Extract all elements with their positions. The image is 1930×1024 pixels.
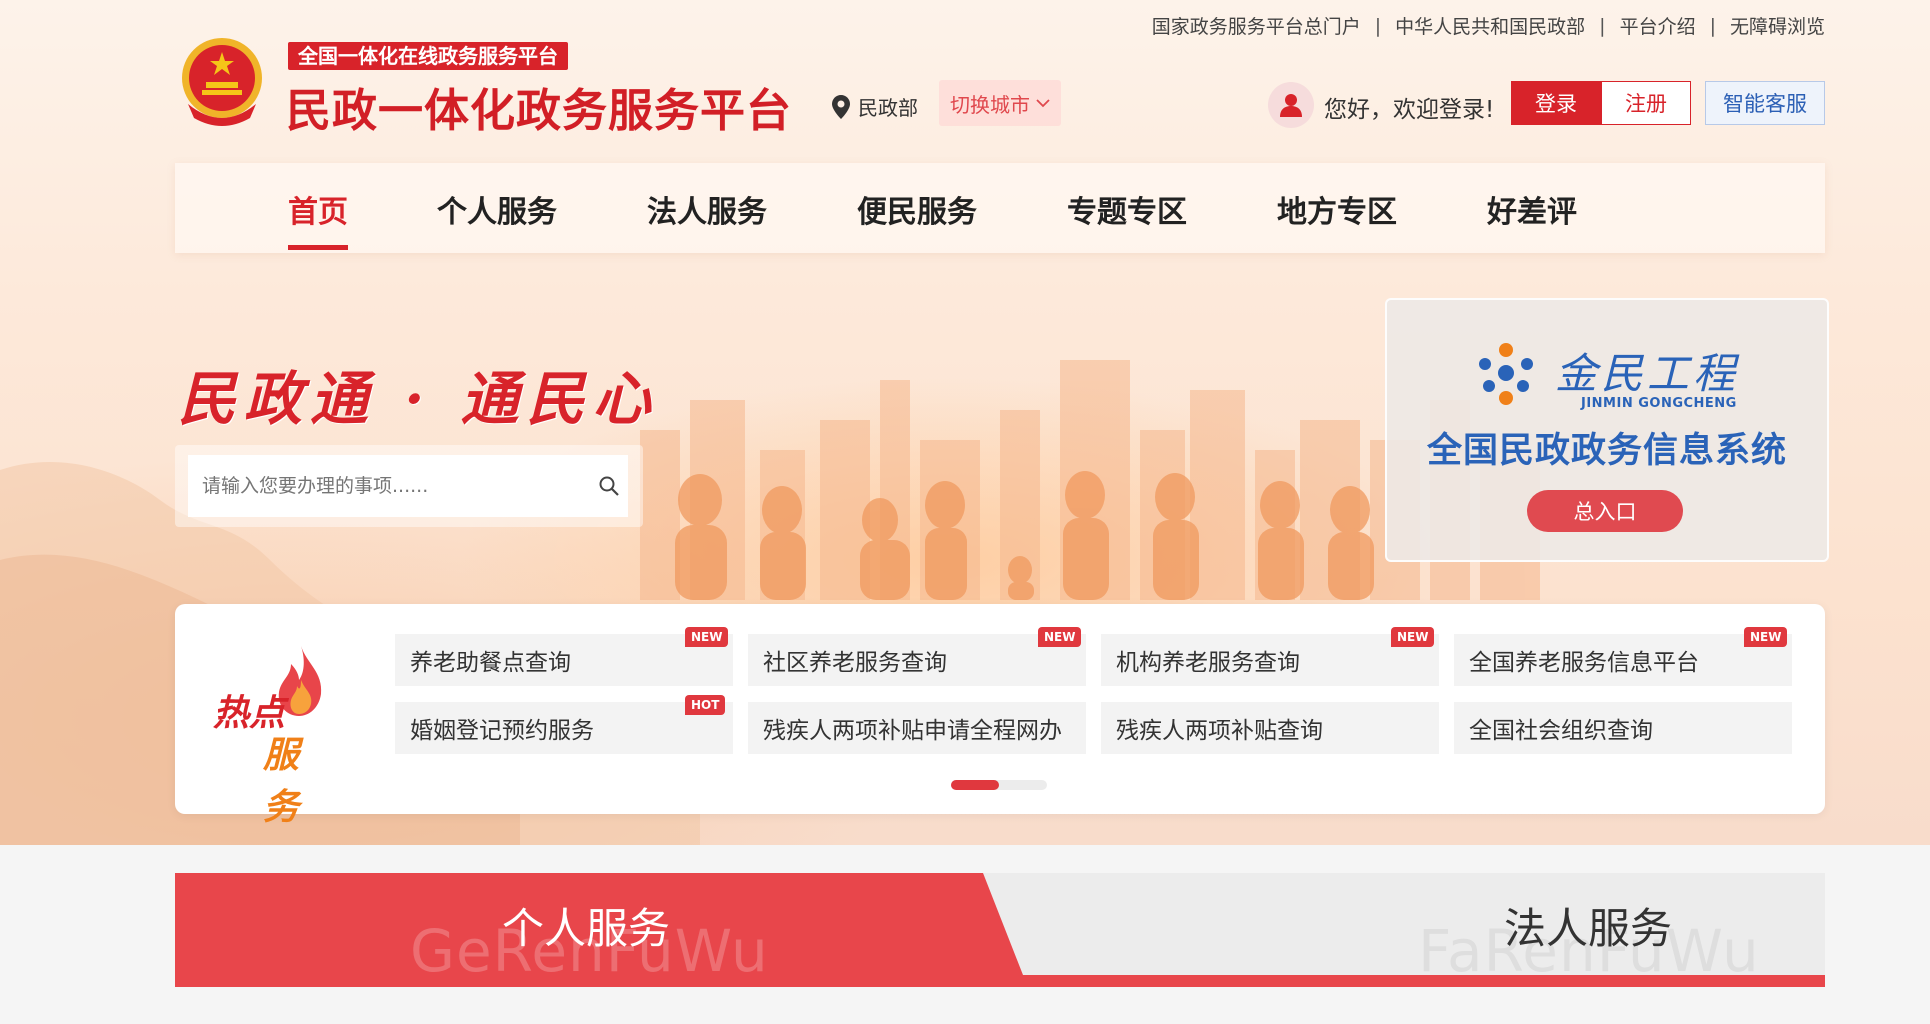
- service-tabs: GeRenFuWu 个人服务 FaRenFuWu 法人服务: [175, 873, 1825, 987]
- hot-service-item[interactable]: 社区养老服务查询: [748, 634, 1086, 686]
- new-tag: NEW: [1038, 627, 1082, 647]
- hot-service-label: 社区养老服务查询: [763, 650, 947, 676]
- hot-service-item[interactable]: 全国养老服务信息平台: [1454, 634, 1792, 686]
- hot-service-item[interactable]: 残疾人两项补贴查询: [1101, 702, 1439, 754]
- new-tag: NEW: [685, 627, 729, 647]
- nav-active-indicator: [288, 245, 348, 250]
- hot-service-item[interactable]: 机构养老服务查询: [1101, 634, 1439, 686]
- national-emblem-icon: [178, 34, 266, 132]
- tab-legal-entity-services[interactable]: FaRenFuWu 法人服务: [995, 873, 1825, 985]
- jinmin-logo-pinyin: JINMIN GONGCHENG: [1581, 396, 1737, 411]
- platform-subtitle-tag: 全国一体化在线政务服务平台: [288, 42, 568, 70]
- welcome-greeting: 您好，欢迎登录!: [1324, 97, 1495, 123]
- jinmin-entry-button[interactable]: 总入口: [1527, 490, 1683, 532]
- nav-item-home[interactable]: 首页: [288, 187, 348, 231]
- main-nav: 首页 个人服务 法人服务 便民服务 专题专区 地方专区 好差评: [175, 163, 1825, 253]
- hot-service-label: 残疾人两项补贴查询: [1116, 718, 1323, 744]
- hot-service-item[interactable]: 全国社会组织查询: [1454, 702, 1792, 754]
- location-pin-icon: [832, 94, 850, 119]
- hot-services-panel: 热点 服务 养老助餐点查询 NEW 社区养老服务查询 NEW 机构养老服务查询 …: [175, 604, 1825, 828]
- nav-item-topics[interactable]: 专题专区: [1067, 187, 1187, 231]
- nav-item-legal-entity-services[interactable]: 法人服务: [647, 187, 767, 231]
- jinmin-banner[interactable]: 金民工程 JINMIN GONGCHENG 全国民政政务信息系统 总入口: [1385, 298, 1829, 562]
- new-tag: NEW: [1391, 627, 1435, 647]
- current-location: 民政部: [832, 92, 918, 121]
- hot-services-badge: 热点 服务: [213, 646, 333, 828]
- top-link-portal[interactable]: 国家政务服务平台总门户: [1152, 12, 1361, 39]
- divider: |: [1374, 14, 1382, 37]
- register-button[interactable]: 注册: [1601, 81, 1691, 125]
- new-tag: NEW: [1744, 627, 1788, 647]
- chevron-down-icon: [1036, 99, 1050, 108]
- tab-label: 个人服务: [502, 904, 671, 953]
- user-icon: [1280, 94, 1302, 117]
- hot-service-label: 全国社会组织查询: [1469, 718, 1653, 744]
- search-input[interactable]: [188, 455, 628, 517]
- hot-service-label: 残疾人两项补贴申请全程网办: [763, 718, 1062, 744]
- search-icon[interactable]: [598, 475, 620, 497]
- switch-city-button[interactable]: 切换城市: [939, 80, 1061, 126]
- top-link-about[interactable]: 平台介绍: [1620, 12, 1696, 39]
- carousel-pagination: [951, 780, 1047, 790]
- user-avatar[interactable]: [1268, 82, 1314, 128]
- hot-service-label: 养老助餐点查询: [410, 650, 571, 676]
- divider: |: [1599, 14, 1606, 37]
- search-box: [175, 445, 643, 527]
- nav-item-convenience-services[interactable]: 便民服务: [857, 187, 977, 231]
- nav-item-personal-services[interactable]: 个人服务: [437, 187, 557, 231]
- location-label: 民政部: [858, 96, 918, 120]
- divider: |: [1709, 14, 1716, 37]
- carousel-dot-active[interactable]: [951, 780, 999, 790]
- tab-personal-services[interactable]: GeRenFuWu 个人服务: [175, 873, 995, 985]
- hot-service-item[interactable]: 残疾人两项补贴申请全程网办: [748, 702, 1086, 754]
- jinmin-logo-icon: [1479, 343, 1533, 405]
- hot-service-item[interactable]: 养老助餐点查询: [395, 634, 733, 686]
- tabs-bottom-bar: [175, 975, 1825, 987]
- nav-item-evaluation[interactable]: 好差评: [1487, 187, 1577, 231]
- login-button[interactable]: 登录: [1511, 81, 1601, 125]
- jinmin-system-title: 全国民政政务信息系统: [1427, 431, 1788, 471]
- hot-service-label: 机构养老服务查询: [1116, 650, 1300, 676]
- smart-service-button[interactable]: 智能客服: [1705, 81, 1825, 125]
- switch-city-label: 切换城市: [950, 92, 1030, 117]
- hot-badge-line2: 服务: [263, 735, 300, 828]
- top-link-accessibility[interactable]: 无障碍浏览: [1730, 12, 1825, 39]
- hot-tag: HOT: [685, 695, 726, 715]
- top-link-ministry[interactable]: 中华人民共和国民政部: [1395, 12, 1585, 39]
- top-links: 国家政务服务平台总门户 | 中华人民共和国民政部 | 平台介绍 | 无障碍浏览: [1152, 12, 1825, 39]
- tab-label: 法人服务: [1504, 904, 1673, 953]
- platform-title[interactable]: 民政一体化政务服务平台: [286, 74, 792, 139]
- hot-service-item[interactable]: 婚姻登记预约服务: [395, 702, 733, 754]
- hero-slogan: 民政通 · 通民心: [178, 365, 659, 433]
- jinmin-logo-text: 金民工程: [1555, 349, 1740, 398]
- nav-item-local[interactable]: 地方专区: [1277, 187, 1397, 231]
- hot-service-label: 婚姻登记预约服务: [410, 718, 594, 744]
- hot-service-label: 全国养老服务信息平台: [1469, 650, 1699, 676]
